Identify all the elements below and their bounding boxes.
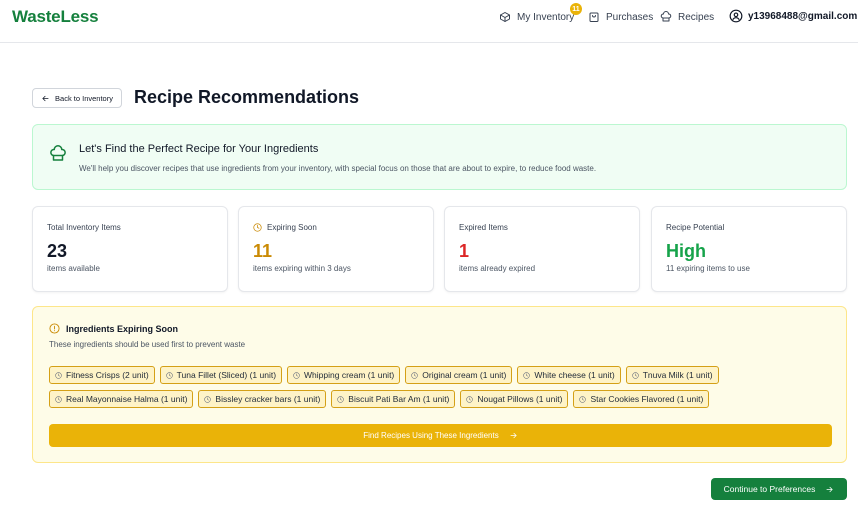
find-recipes-label: Find Recipes Using These Ingredients — [363, 431, 499, 440]
clock-icon — [253, 223, 262, 232]
clock-icon — [293, 371, 300, 379]
arrow-right-icon — [510, 432, 517, 439]
stat-card-recipe-potential: Recipe Potential High 11 expiring items … — [651, 206, 847, 292]
nav-recipes[interactable]: Recipes — [660, 9, 714, 25]
stat-value: High — [666, 241, 706, 261]
back-to-inventory-label: Back to Inventory — [55, 93, 113, 103]
arrow-right-icon — [826, 486, 833, 492]
ingredient-chip-label: Original cream (1 unit) — [422, 370, 507, 380]
stat-value: 1 — [459, 241, 470, 261]
page-title: Recipe Recommendations — [134, 87, 360, 107]
clock-icon — [55, 371, 62, 379]
stat-value: 11 — [253, 241, 273, 261]
expiring-subtitle: These ingredients should be used first t… — [49, 340, 246, 349]
continue-label: Continue to Preferences — [723, 484, 816, 494]
alert-circle-icon — [49, 323, 60, 334]
stat-label: Recipe Potential — [666, 223, 725, 232]
ingredient-chip[interactable]: Tuna Fillet (Sliced) (1 unit) — [159, 366, 283, 384]
stat-subtext: items available — [47, 264, 100, 273]
stat-subtext: items already expired — [459, 264, 536, 273]
ingredient-chip-label: Real Mayonnaise Halma (1 unit) — [66, 394, 188, 404]
user-circle-icon — [729, 9, 743, 23]
inventory-count-badge: 11 — [570, 3, 582, 15]
ingredient-chip[interactable]: Biscuit Pati Bar Am (1 unit) — [331, 390, 456, 408]
ingredient-chip-label: Star Cookies Flavored (1 unit) — [590, 394, 704, 404]
intro-title: Let's Find the Perfect Recipe for Your I… — [79, 143, 319, 155]
stat-label-row: Expiring Soon — [253, 223, 317, 232]
chef-hat-icon — [660, 11, 672, 22]
stat-subtext: items expiring within 3 days — [253, 264, 351, 273]
top-navbar: WasteLess My Inventory 11 Purchases Reci… — [0, 0, 858, 43]
ingredient-chip[interactable]: Bissley cracker bars (1 unit) — [198, 390, 327, 408]
expiring-title-row: Ingredients Expiring Soon — [49, 323, 178, 334]
ingredient-chip-label: Bissley cracker bars (1 unit) — [215, 394, 321, 404]
stat-label: Expired Items — [459, 223, 508, 232]
nav-purchases-label: Purchases — [606, 11, 654, 23]
clock-icon — [165, 371, 173, 379]
clock-icon — [411, 371, 418, 379]
ingredient-chip[interactable]: Star Cookies Flavored (1 unit) — [573, 390, 710, 408]
clock-icon — [523, 371, 531, 379]
clock-icon — [631, 371, 639, 379]
clock-icon — [466, 395, 474, 403]
ingredient-chip-label: Biscuit Pati Bar Am (1 unit) — [348, 394, 450, 404]
brand-logo[interactable]: WasteLess — [12, 7, 99, 27]
ingredient-chip-label: Nougat Pillows (1 unit) — [477, 394, 563, 404]
ingredient-chip[interactable]: Tnuva Milk (1 unit) — [625, 366, 719, 384]
expiring-title: Ingredients Expiring Soon — [66, 323, 179, 334]
user-menu[interactable]: y13968488@gmail.com — [729, 8, 857, 24]
back-to-inventory-button[interactable]: Back to Inventory — [32, 88, 122, 108]
nav-recipes-label: Recipes — [678, 11, 715, 23]
shopping-bag-icon — [589, 12, 599, 22]
ingredient-chip-label: White cheese (1 unit) — [534, 370, 615, 380]
intro-description: We'll help you discover recipes that use… — [79, 164, 597, 173]
stat-card-total-inventory: Total Inventory Items 23 items available — [32, 206, 228, 292]
stat-value: 23 — [47, 241, 68, 261]
ingredient-chip-list: Fitness Crisps (2 unit) Tuna Fillet (Sli… — [49, 366, 839, 408]
clock-icon — [55, 395, 62, 403]
nav-purchases[interactable]: Purchases — [588, 9, 653, 25]
ingredient-chip[interactable]: White cheese (1 unit) — [517, 366, 621, 384]
arrow-left-icon — [42, 95, 49, 101]
clock-icon — [579, 395, 587, 403]
stat-card-expired-items: Expired Items 1 items already expired — [444, 206, 640, 292]
chef-hat-icon — [49, 145, 67, 163]
ingredient-chip-label: Whipping cream (1 unit) — [304, 370, 395, 380]
ingredient-chip-label: Tuna Fillet (Sliced) (1 unit) — [176, 370, 277, 380]
stat-card-expiring-soon: Expiring Soon 11 items expiring within 3… — [238, 206, 434, 292]
box-icon — [500, 12, 510, 22]
stat-label: Expiring Soon — [267, 223, 317, 232]
ingredient-chip-label: Tnuva Milk (1 unit) — [642, 370, 713, 380]
nav-my-inventory-label: My Inventory — [517, 11, 575, 23]
intro-card: Let's Find the Perfect Recipe for Your I… — [32, 124, 847, 190]
ingredient-chip[interactable]: Original cream (1 unit) — [405, 366, 513, 384]
expiring-ingredients-panel: Ingredients Expiring Soon These ingredie… — [32, 306, 847, 463]
ingredient-chip[interactable]: Fitness Crisps (2 unit) — [49, 366, 155, 384]
clock-icon — [337, 395, 345, 403]
ingredient-chip[interactable]: Whipping cream (1 unit) — [287, 366, 401, 384]
clock-icon — [204, 395, 212, 403]
stat-label: Total Inventory Items — [47, 223, 121, 232]
user-email: y13968488@gmail.com — [748, 10, 858, 22]
ingredient-chip[interactable]: Real Mayonnaise Halma (1 unit) — [49, 390, 194, 408]
nav-my-inventory[interactable]: My Inventory — [499, 9, 574, 25]
ingredient-chip[interactable]: Nougat Pillows (1 unit) — [460, 390, 569, 408]
find-recipes-button[interactable]: Find Recipes Using These Ingredients — [49, 424, 832, 447]
ingredient-chip-label: Fitness Crisps (2 unit) — [66, 370, 149, 380]
continue-to-preferences-button[interactable]: Continue to Preferences — [711, 478, 847, 500]
stat-subtext: 11 expiring items to use — [666, 264, 750, 273]
